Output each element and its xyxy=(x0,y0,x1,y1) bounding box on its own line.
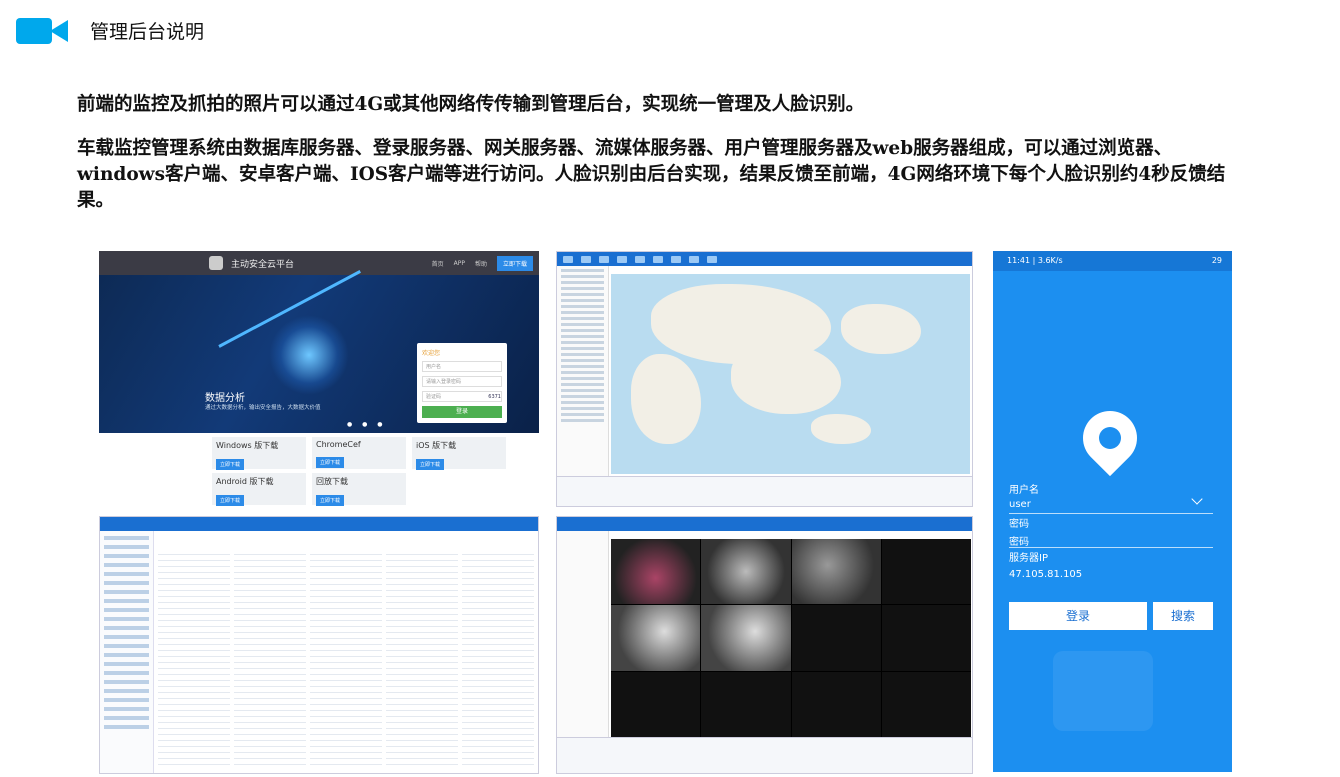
map-toolbar xyxy=(557,252,972,266)
location-car-icon xyxy=(1071,399,1149,477)
portal-nav-app[interactable]: APP xyxy=(454,260,465,267)
section-header: 管理后台说明 xyxy=(16,14,204,47)
portal-nav: 首页 APP 帮助 立即下载 xyxy=(432,255,539,271)
download-card: iOS 版下载 立即下载 xyxy=(412,437,506,470)
video-grid[interactable] xyxy=(611,539,971,737)
vehicle-tree[interactable] xyxy=(557,266,609,476)
hero-subtitle: 通过大数据分析，输出安全报告，大数据大价值 xyxy=(205,405,321,411)
username-label: 用户名 xyxy=(1009,485,1039,496)
download-card: ChromeCef 立即下载 xyxy=(312,437,406,469)
admin-menu-screenshot xyxy=(99,516,539,774)
chevron-down-icon[interactable] xyxy=(1191,493,1203,505)
video-alarm-panel xyxy=(557,737,972,773)
portal-login-button[interactable]: 登录 xyxy=(422,406,502,418)
portal-download-button[interactable]: 立即下载 xyxy=(496,255,533,271)
download-button[interactable]: 立即下载 xyxy=(316,495,345,506)
phone-status-bar: 11:41 | 3.6K/s 29 xyxy=(993,251,1232,271)
paragraph-1: 前端的监控及抓拍的照片可以通过4G或其他网络传传输到管理后台，实现统一管理及人脸… xyxy=(77,94,865,115)
world-map[interactable] xyxy=(611,274,970,474)
download-card: Android 版下载 立即下载 xyxy=(212,473,306,506)
video-toolbar xyxy=(557,517,972,531)
login-captcha-input[interactable]: 验证码 6371 xyxy=(422,391,502,402)
admin-toolbar xyxy=(100,517,538,531)
server-ip-input[interactable]: 47.105.81.105 xyxy=(1009,569,1082,580)
portal-login-screenshot: 主动安全云平台 首页 APP 帮助 立即下载 数据分析 通过大数据分析，输出安全… xyxy=(99,251,539,507)
server-ip-label: 服务器IP xyxy=(1009,553,1048,564)
phone-search-button[interactable]: 搜索 xyxy=(1153,602,1213,630)
password-input[interactable]: 密码 xyxy=(1009,533,1029,548)
download-button[interactable]: 立即下载 xyxy=(216,495,245,506)
video-vehicle-tree[interactable] xyxy=(557,531,609,737)
username-input[interactable]: user xyxy=(1009,499,1031,510)
download-button[interactable]: 立即下载 xyxy=(216,459,245,470)
admin-left-menu[interactable] xyxy=(100,531,154,773)
portal-hero-banner: 数据分析 通过大数据分析，输出安全报告，大数据大价值 ● ● ● 欢迎您 用户名… xyxy=(99,270,539,433)
login-password-input[interactable]: 请输入登录密码 xyxy=(422,376,502,387)
phone-login-button[interactable]: 登录 xyxy=(1009,602,1147,630)
download-card: 回放下载 立即下载 xyxy=(312,473,406,506)
portal-title: 主动安全云平台 xyxy=(231,259,295,270)
car-background-icon xyxy=(1053,651,1153,731)
hero-title: 数据分析 xyxy=(205,393,245,404)
carousel-dots[interactable]: ● ● ● xyxy=(347,421,387,428)
download-card: Windows 版下载 立即下载 xyxy=(212,437,306,470)
paragraph-2: 车载监控管理系统由数据库服务器、登录服务器、网关服务器、流媒体服务器、用户管理服… xyxy=(77,138,1226,211)
portal-nav-home[interactable]: 首页 xyxy=(432,259,444,268)
video-camera-icon xyxy=(16,14,68,47)
alarm-panel xyxy=(557,476,972,506)
download-cards: Windows 版下载 立即下载 ChromeCef 立即下载 iOS 版下载 立即下… xyxy=(212,437,512,506)
portal-login-box: 欢迎您 用户名 请输入登录密码 验证码 6371 登录 xyxy=(417,343,507,423)
video-monitor-screenshot xyxy=(556,516,973,774)
admin-function-grid[interactable] xyxy=(158,549,534,767)
mobile-login-screenshot: 11:41 | 3.6K/s 29 用户名 user 密码 密码 服务器IP 47… xyxy=(993,251,1232,772)
portal-logo-icon xyxy=(209,256,223,270)
map-monitor-screenshot xyxy=(556,251,973,507)
hero-glow-graphic xyxy=(269,315,349,395)
portal-topbar: 主动安全云平台 首页 APP 帮助 立即下载 xyxy=(99,251,539,275)
password-label: 密码 xyxy=(1009,519,1029,530)
download-button[interactable]: 立即下载 xyxy=(416,459,445,470)
portal-nav-help[interactable]: 帮助 xyxy=(475,259,487,268)
download-button[interactable]: 立即下载 xyxy=(316,457,345,468)
login-username-input[interactable]: 用户名 xyxy=(422,361,502,372)
document-page: 管理后台说明 前端的监控及抓拍的照片可以通过4G或其他网络传传输到管理后台，实现… xyxy=(0,0,1340,777)
captcha-image[interactable]: 6371 xyxy=(488,392,501,402)
login-title: 欢迎您 xyxy=(422,350,441,357)
section-title: 管理后台说明 xyxy=(90,21,205,43)
